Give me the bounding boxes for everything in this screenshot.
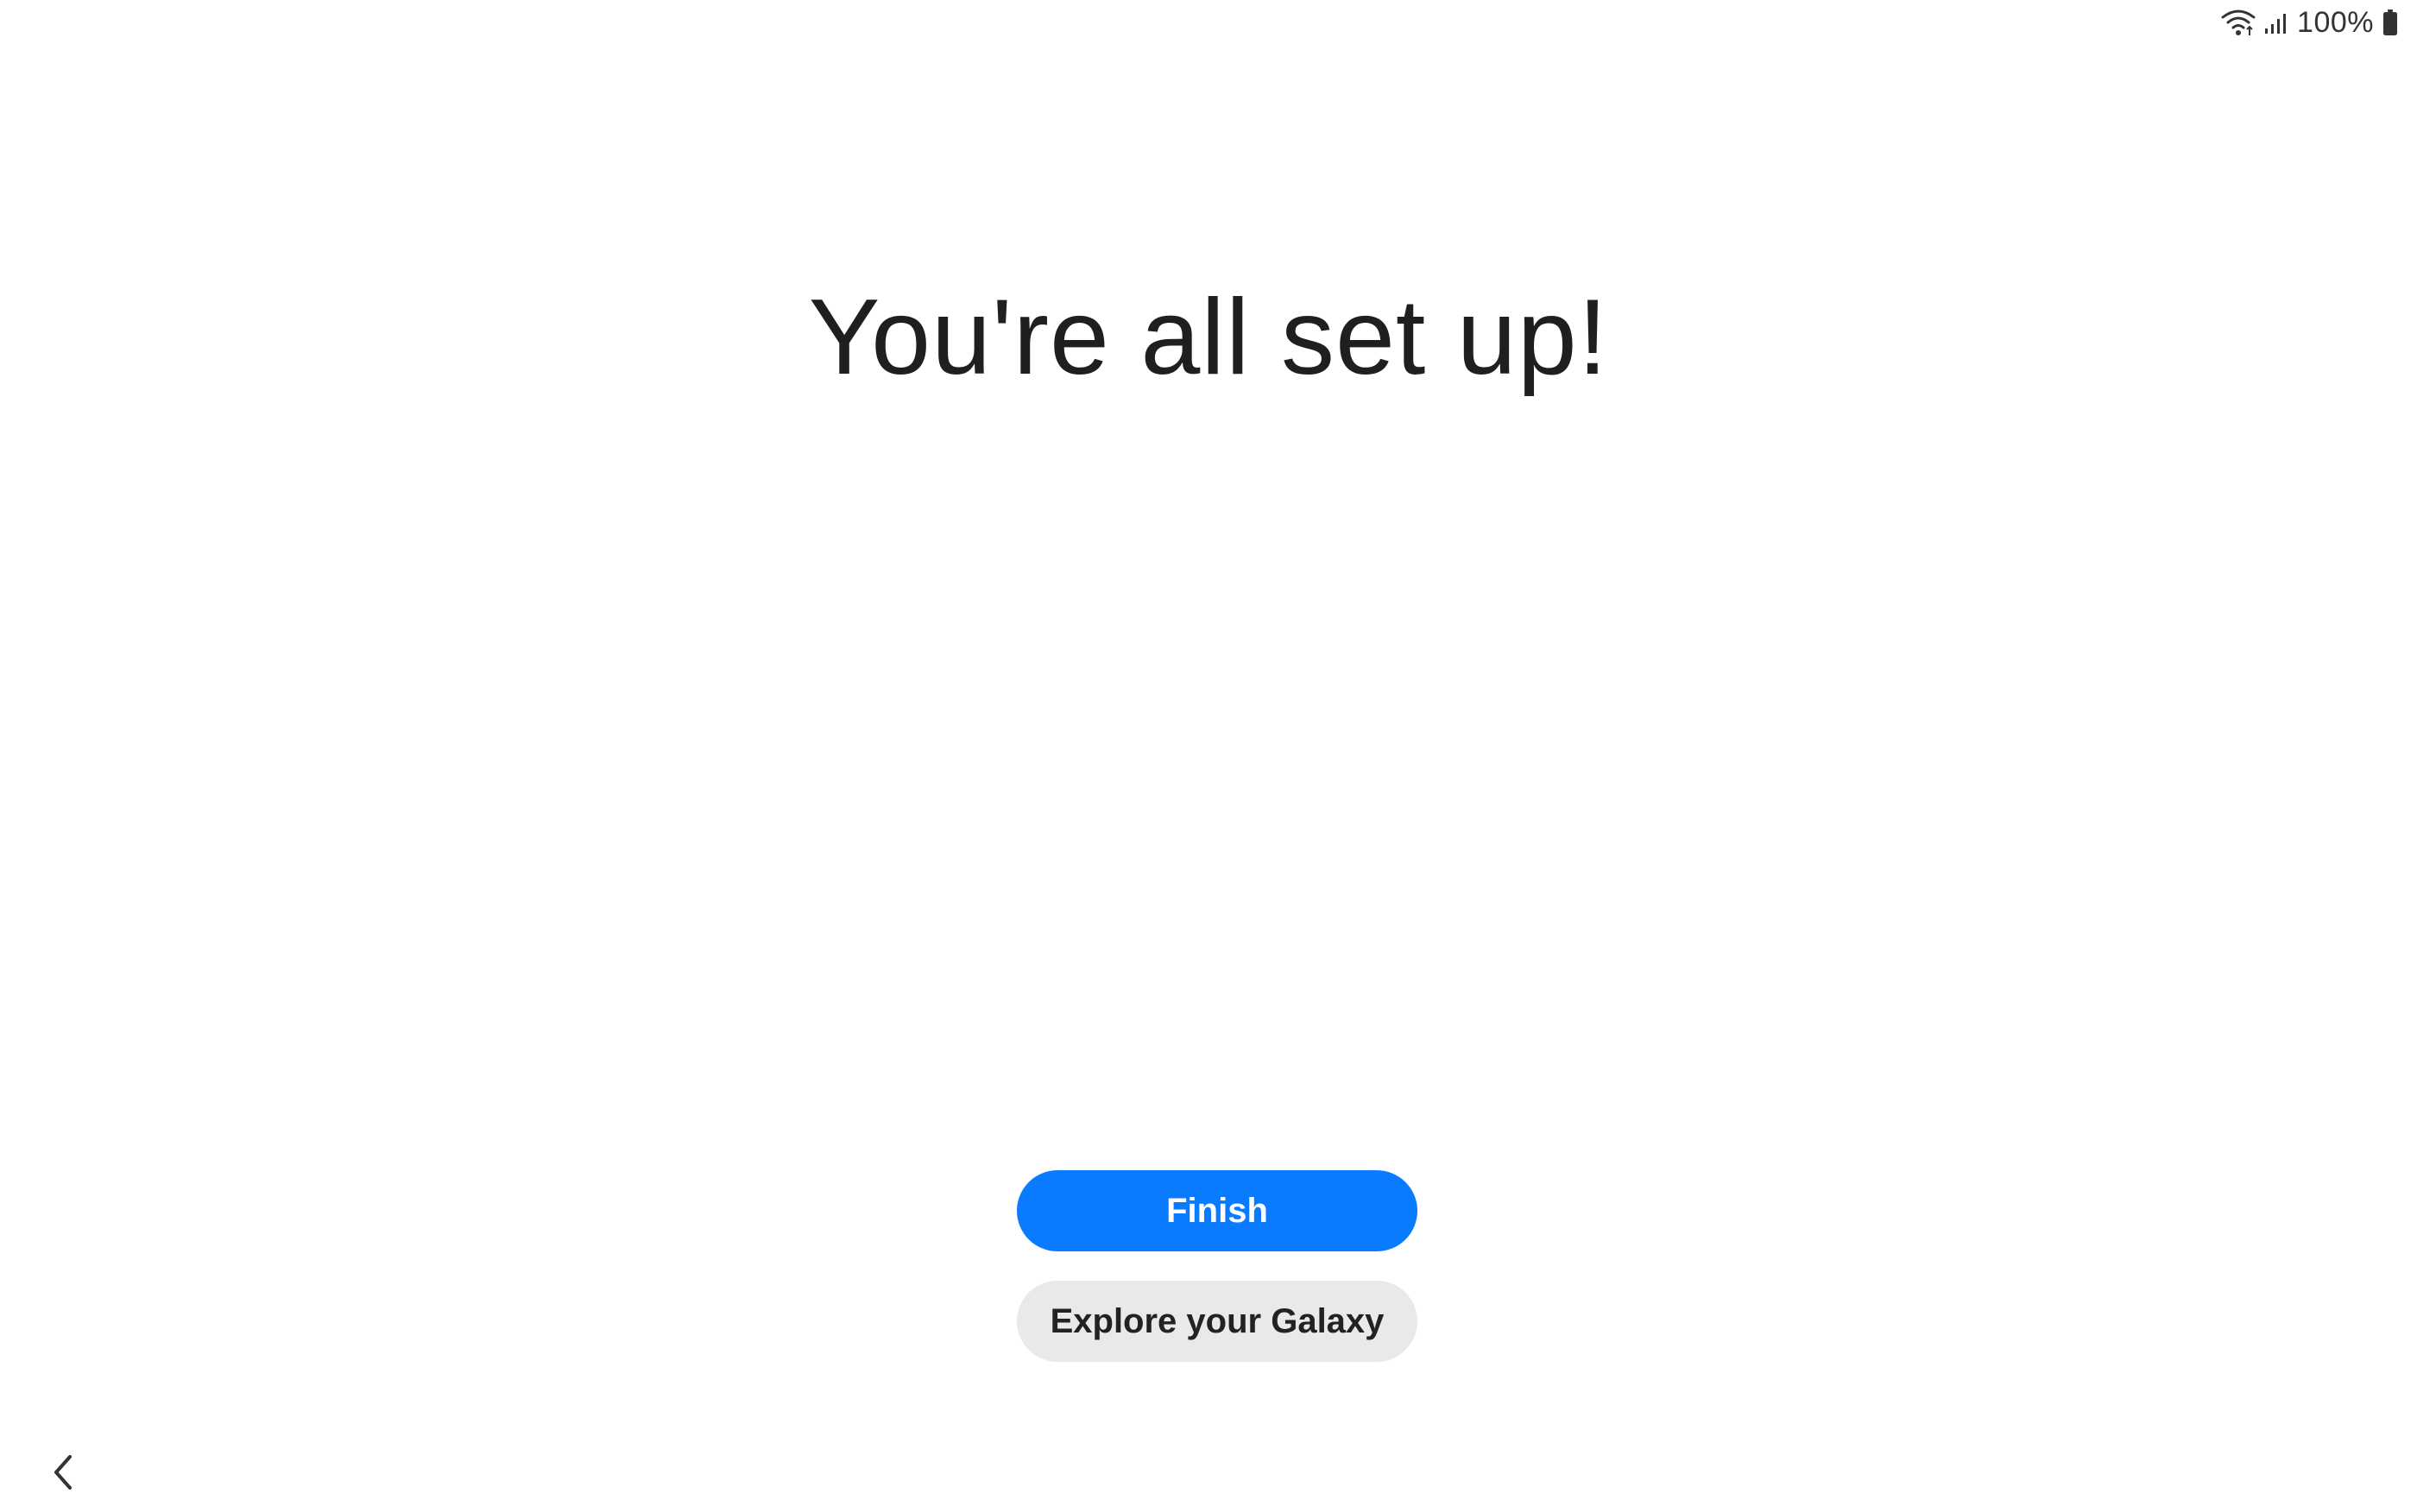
chevron-left-icon (49, 1453, 75, 1496)
wifi-icon (2221, 8, 2256, 37)
back-button[interactable] (38, 1450, 86, 1498)
battery-icon (2382, 9, 2398, 36)
status-bar: 100% (2221, 0, 2417, 45)
explore-galaxy-button[interactable]: Explore your Galaxy (1017, 1281, 1417, 1362)
battery-percentage: 100% (2297, 5, 2374, 39)
page-title: You're all set up! (808, 278, 1609, 397)
cellular-signal-icon (2264, 9, 2288, 35)
finish-button[interactable]: Finish (1017, 1170, 1417, 1251)
